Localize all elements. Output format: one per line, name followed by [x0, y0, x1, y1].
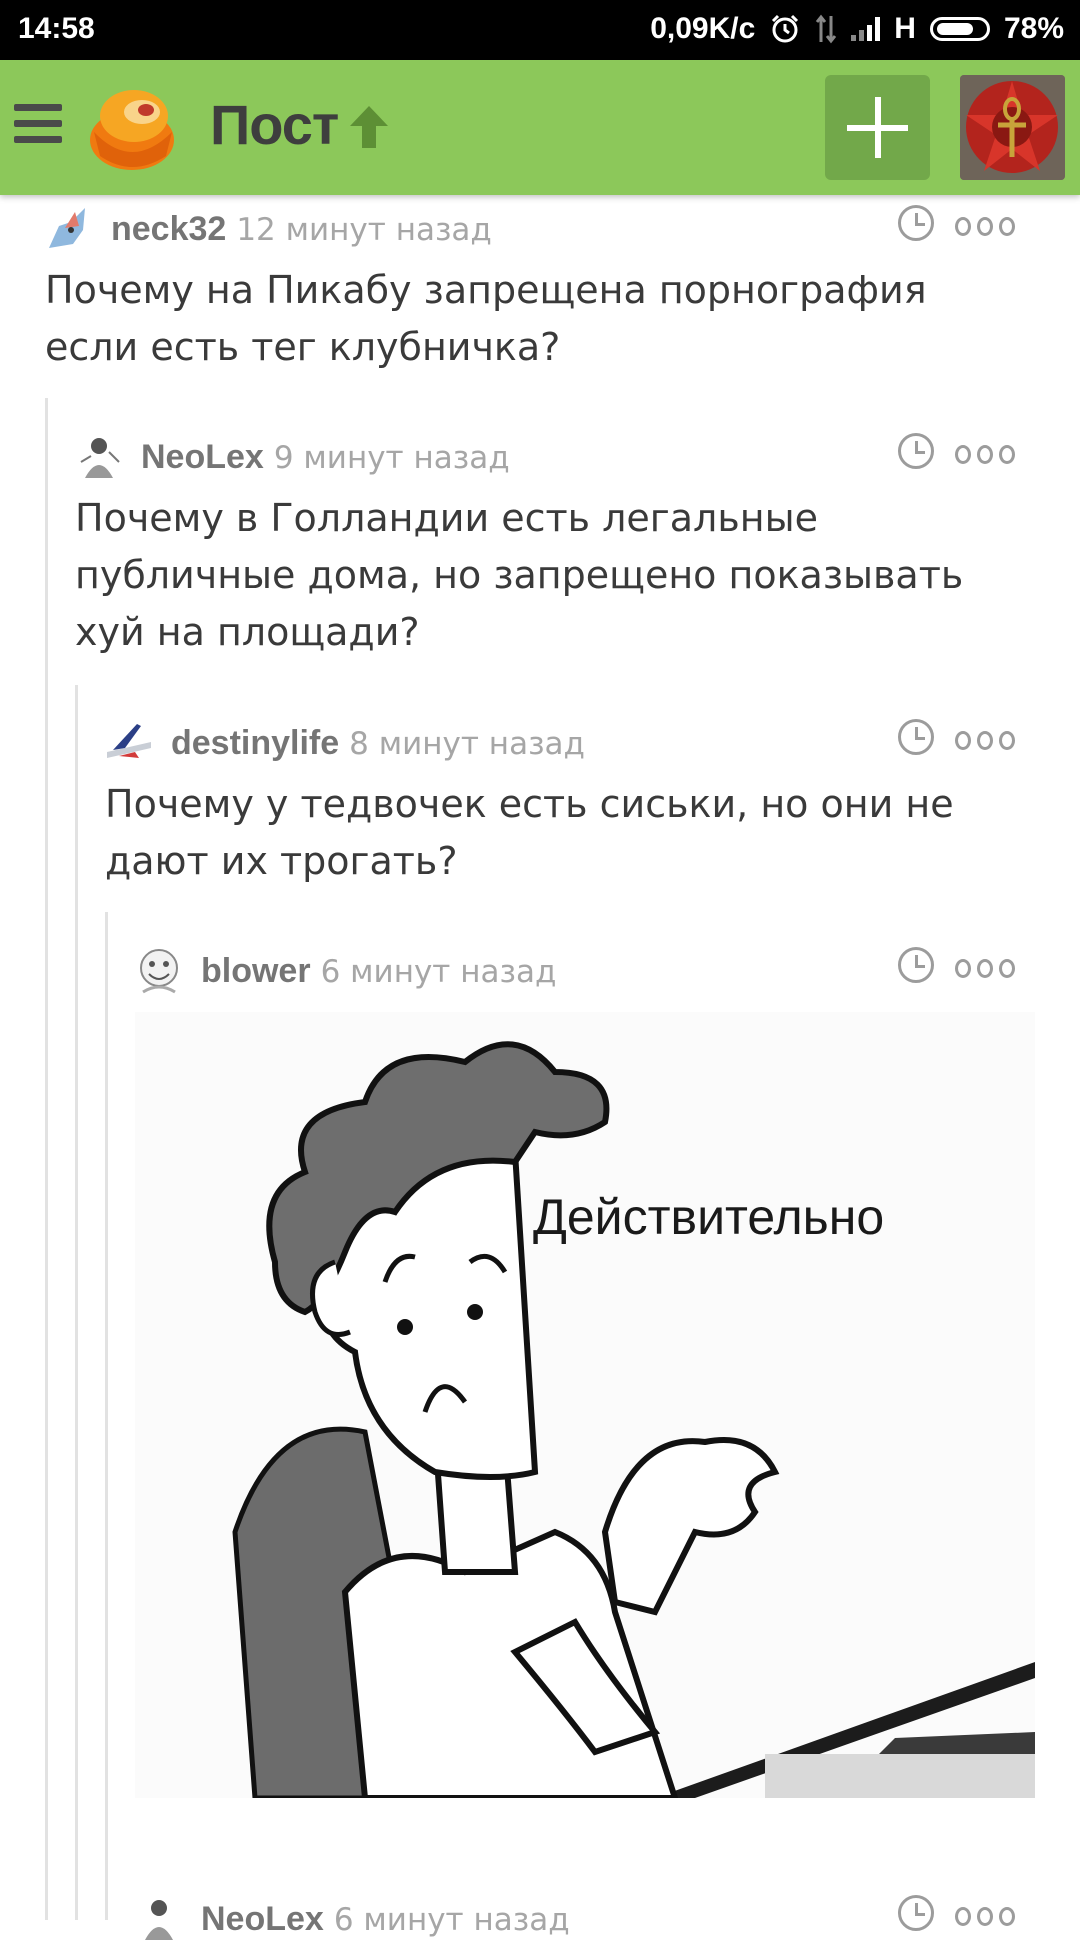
user-avatar[interactable]	[960, 75, 1065, 180]
comment-time: 12 минут назад	[236, 212, 492, 248]
thread-line	[45, 398, 48, 1920]
comment-text: Почему на Пикабу запрещена порнография е…	[45, 268, 927, 369]
clock-icon[interactable]	[898, 947, 934, 983]
battery-icon	[929, 17, 990, 41]
menu-icon[interactable]	[14, 104, 62, 144]
comment-username[interactable]: NeoLex 9 минут назад	[141, 438, 510, 477]
signal-icon	[851, 17, 881, 41]
comment-username[interactable]: neck32 12 минут назад	[111, 210, 492, 249]
clock-icon[interactable]	[898, 205, 934, 241]
status-time: 14:58	[18, 12, 95, 45]
avatar[interactable]	[105, 718, 153, 766]
alarm-icon	[772, 14, 799, 43]
comment-time: 6 минут назад	[320, 954, 557, 990]
clock-icon[interactable]	[898, 719, 934, 755]
thread-line	[105, 912, 108, 1920]
more-options-icon[interactable]	[955, 959, 1015, 979]
comment: blower 6 минут назад Действительно	[135, 940, 1045, 1798]
thread-line	[75, 685, 78, 1920]
comment-time: 9 минут назад	[273, 440, 510, 476]
add-post-button[interactable]	[825, 75, 930, 180]
comment: destinylife 8 минут назад Почему у тедвоч…	[105, 712, 1045, 890]
comment-time: 6 минут назад	[333, 1902, 570, 1938]
comment-username[interactable]: destinylife 8 минут назад	[171, 724, 585, 763]
battery-level: 78%	[1003, 12, 1064, 45]
meme-caption: Действительно	[533, 1189, 884, 1245]
comment-text: Почему у тедвочек есть сиськи, но они не…	[105, 782, 954, 883]
data-transfer-icon	[816, 14, 837, 44]
avatar[interactable]	[135, 1894, 183, 1942]
comment-time: 8 минут назад	[349, 726, 585, 762]
comment: NeoLex 9 минут назад Почему в Голландии е…	[75, 426, 1025, 661]
page-title: Пост	[210, 93, 339, 156]
more-options-icon[interactable]	[955, 217, 1015, 237]
app-bar: Пост	[0, 60, 1080, 195]
scroll-up-arrow-icon[interactable]	[346, 102, 392, 152]
user-avatar-image	[960, 75, 1065, 180]
avatar[interactable]	[45, 204, 93, 252]
comment-username[interactable]: blower 6 минут назад	[201, 952, 556, 991]
more-options-icon[interactable]	[955, 731, 1015, 751]
comment-text: Почему в Голландии есть легальные публич…	[75, 496, 964, 654]
status-bar: 14:58 0,09K/c H 78%	[0, 0, 1080, 60]
clock-icon[interactable]	[898, 1895, 934, 1931]
avatar[interactable]	[135, 946, 183, 994]
comment: NeoLex 6 минут назад	[135, 1888, 1045, 1948]
comment: neck32 12 минут назад Почему на Пикабу за…	[45, 198, 1025, 376]
clock-icon[interactable]	[898, 433, 934, 469]
comment-image[interactable]: Действительно	[135, 1012, 1035, 1798]
network-type: H	[894, 12, 916, 45]
net-speed: 0,09K/c	[650, 12, 756, 45]
pikabu-logo-icon[interactable]	[84, 82, 184, 174]
more-options-icon[interactable]	[955, 1907, 1015, 1927]
avatar[interactable]	[75, 432, 123, 480]
more-options-icon[interactable]	[955, 445, 1015, 465]
